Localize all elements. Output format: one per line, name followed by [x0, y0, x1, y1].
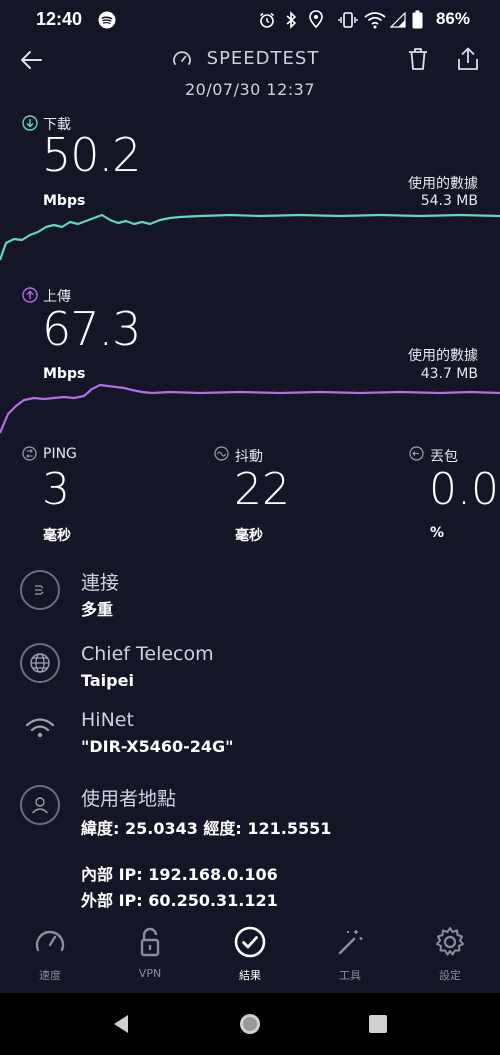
spotify-icon — [98, 11, 116, 29]
ping-icon — [22, 446, 37, 461]
isp-name: HiNet — [81, 709, 134, 731]
vibrate-icon — [338, 12, 358, 28]
nav-vpn[interactable]: VPN — [110, 925, 190, 980]
external-ip: 外部 IP: 60.250.31.121 — [81, 891, 278, 910]
jitter-label: 抖動 — [235, 449, 263, 465]
check-circle-icon — [234, 926, 266, 958]
nav-speed-label: 速度 — [39, 969, 61, 982]
upload-value: 67.3 — [42, 302, 141, 356]
battery-percent: 86% — [435, 9, 470, 28]
packet-loss-value: 0.0 — [429, 464, 499, 515]
wifi-icon — [20, 708, 60, 748]
download-icon — [22, 115, 38, 131]
trash-icon[interactable] — [407, 47, 429, 71]
connection-value: 多重 — [81, 600, 114, 619]
internal-ip: 內部 IP: 192.168.0.106 — [81, 865, 278, 884]
download-graph — [0, 213, 500, 261]
back-triangle-icon[interactable] — [110, 1013, 132, 1035]
upload-data-used-label: 使用的數據 — [408, 348, 478, 364]
wifi-ssid: "DIR-X5460-24G" — [81, 737, 234, 756]
status-bar: 12:40 86% — [0, 0, 500, 40]
battery-icon — [412, 10, 423, 29]
nav-results[interactable]: 結果 — [210, 925, 290, 983]
ping-value: 3 — [42, 464, 70, 515]
download-value: 50.2 — [42, 128, 141, 182]
bottom-nav: 速度 VPN 結果 工具 設定 — [0, 925, 500, 993]
ping-unit: 毫秒 — [43, 528, 71, 544]
server-provider: Chief Telecom — [81, 643, 214, 665]
home-circle-icon[interactable] — [238, 1012, 262, 1036]
jitter-unit: 毫秒 — [235, 528, 263, 544]
nav-tools-label: 工具 — [339, 969, 361, 982]
magic-wand-icon — [338, 930, 363, 955]
gauge-icon — [35, 930, 65, 952]
upload-icon — [22, 287, 38, 303]
nav-settings-label: 設定 — [439, 969, 461, 982]
connections-icon — [20, 570, 60, 610]
gear-icon — [436, 927, 464, 956]
wifi-status-icon — [364, 12, 386, 29]
packet-loss-label: 丟包 — [430, 449, 458, 465]
system-nav-bar — [0, 993, 500, 1055]
nav-tools[interactable]: 工具 — [310, 925, 390, 983]
packet-loss-unit: % — [430, 525, 445, 541]
signal-icon — [390, 12, 406, 28]
nav-speed[interactable]: 速度 — [10, 925, 90, 983]
user-icon — [20, 785, 60, 825]
alarm-icon — [260, 12, 274, 28]
upload-graph — [0, 383, 500, 434]
nav-results-label: 結果 — [239, 969, 261, 982]
status-time: 12:40 — [36, 9, 83, 29]
connection-title: 連接 — [81, 572, 120, 594]
recents-square-icon[interactable] — [368, 1014, 388, 1034]
location-pin-icon — [309, 10, 323, 29]
user-coordinates: 緯度: 25.0343 經度: 121.5551 — [81, 819, 332, 838]
jitter-icon — [214, 446, 229, 461]
packet-loss-icon — [409, 446, 424, 461]
bluetooth-icon — [286, 11, 297, 29]
user-location-title: 使用者地點 — [81, 788, 177, 810]
share-icon[interactable] — [456, 46, 480, 72]
lock-icon — [140, 927, 160, 957]
jitter-value: 22 — [234, 464, 290, 515]
test-datetime: 20/07/30 12:37 — [184, 80, 316, 99]
nav-vpn-label: VPN — [138, 967, 162, 980]
server-location: Taipei — [81, 671, 134, 690]
globe-icon — [20, 643, 60, 683]
download-data-used-label: 使用的數據 — [408, 176, 478, 192]
nav-settings[interactable]: 設定 — [410, 925, 490, 983]
ping-label: PING — [43, 446, 77, 462]
